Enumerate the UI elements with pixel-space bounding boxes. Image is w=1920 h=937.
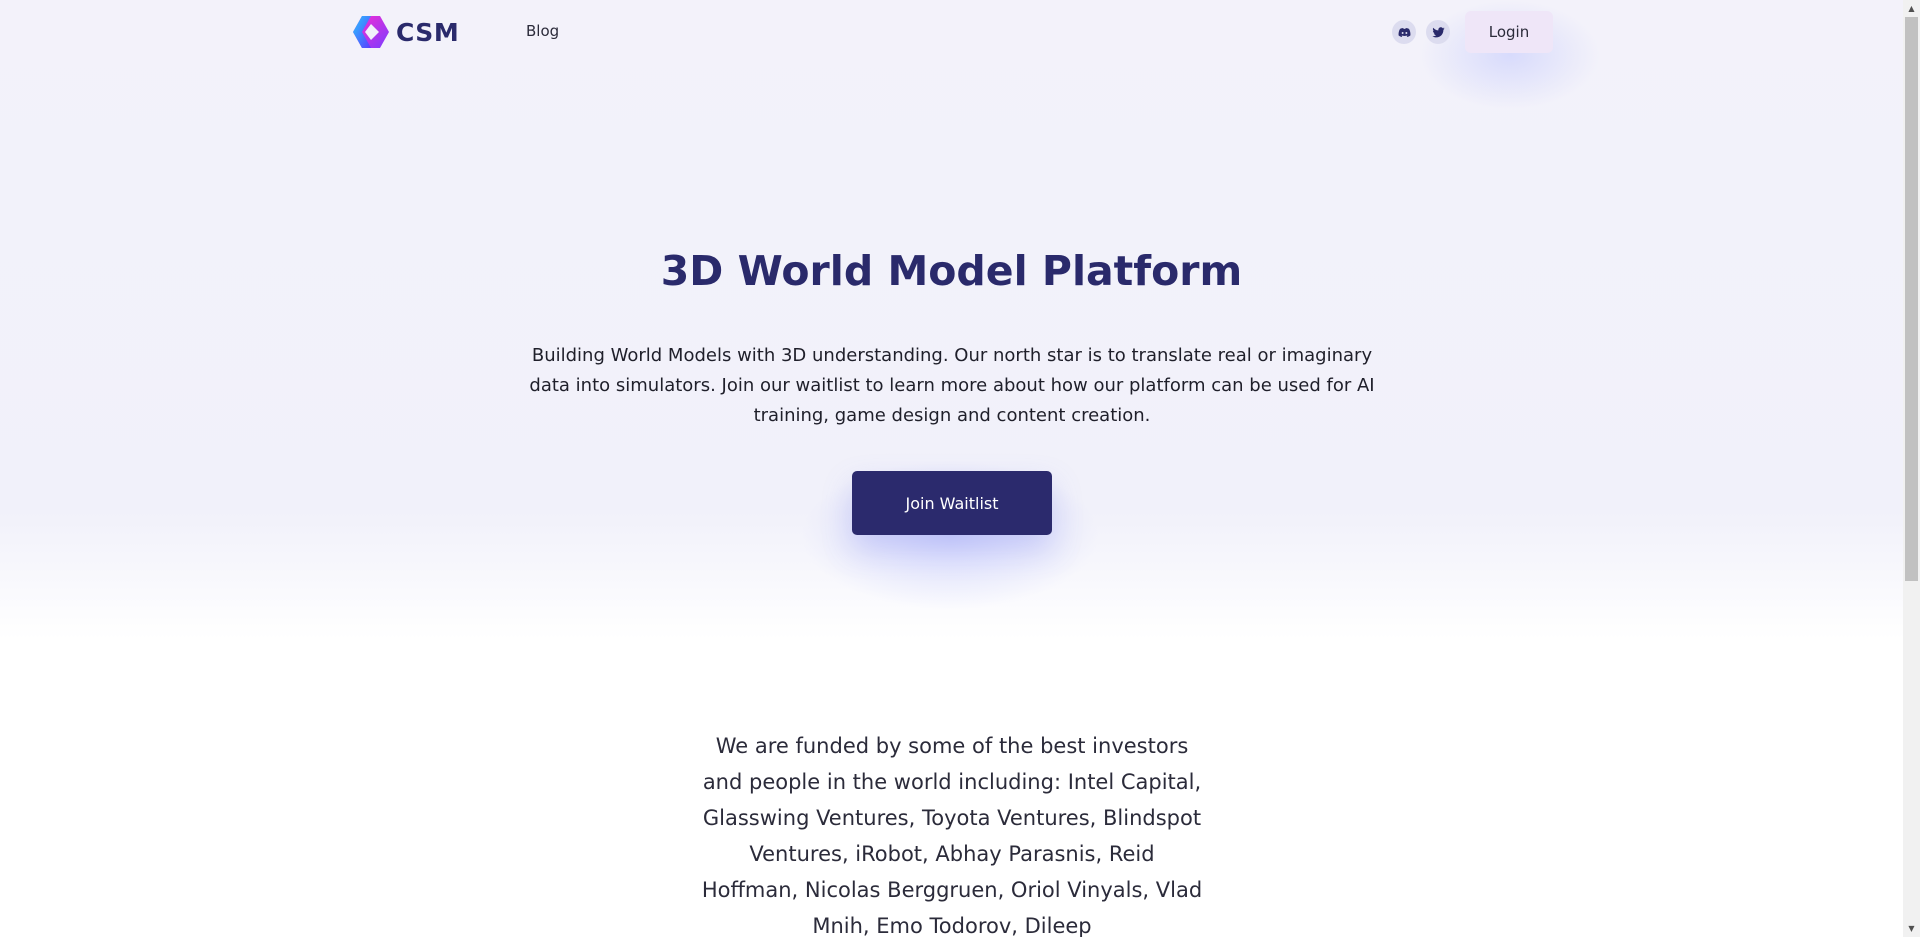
hero-description: Building World Models with 3D understand… [529, 345, 1375, 426]
discord-icon [1398, 27, 1410, 37]
hero-title: 3D World Model Platform [660, 247, 1243, 295]
login-button[interactable]: Login [1465, 11, 1553, 53]
nav-blog-link[interactable]: Blog [526, 22, 559, 40]
join-waitlist-button[interactable]: Join Waitlist [852, 471, 1052, 535]
investors-text: We are funded by some of the best invest… [701, 734, 1203, 937]
scroll-down-icon[interactable]: ▼ [1903, 920, 1920, 937]
twitter-icon [1431, 26, 1445, 37]
page-scrollbar[interactable]: ▲ ▼ [1903, 0, 1920, 937]
site-header: CSM Blog Login [0, 0, 1903, 64]
logo-icon [353, 16, 389, 48]
discord-button[interactable] [1392, 20, 1416, 44]
twitter-button[interactable] [1426, 20, 1450, 44]
page: CSM Blog Login 3D World Model Platform B… [0, 0, 1920, 937]
scroll-thumb[interactable] [1905, 17, 1918, 581]
logo-link[interactable]: CSM [352, 15, 459, 49]
scroll-up-icon[interactable]: ▲ [1903, 0, 1920, 17]
logo-text: CSM [396, 17, 460, 47]
